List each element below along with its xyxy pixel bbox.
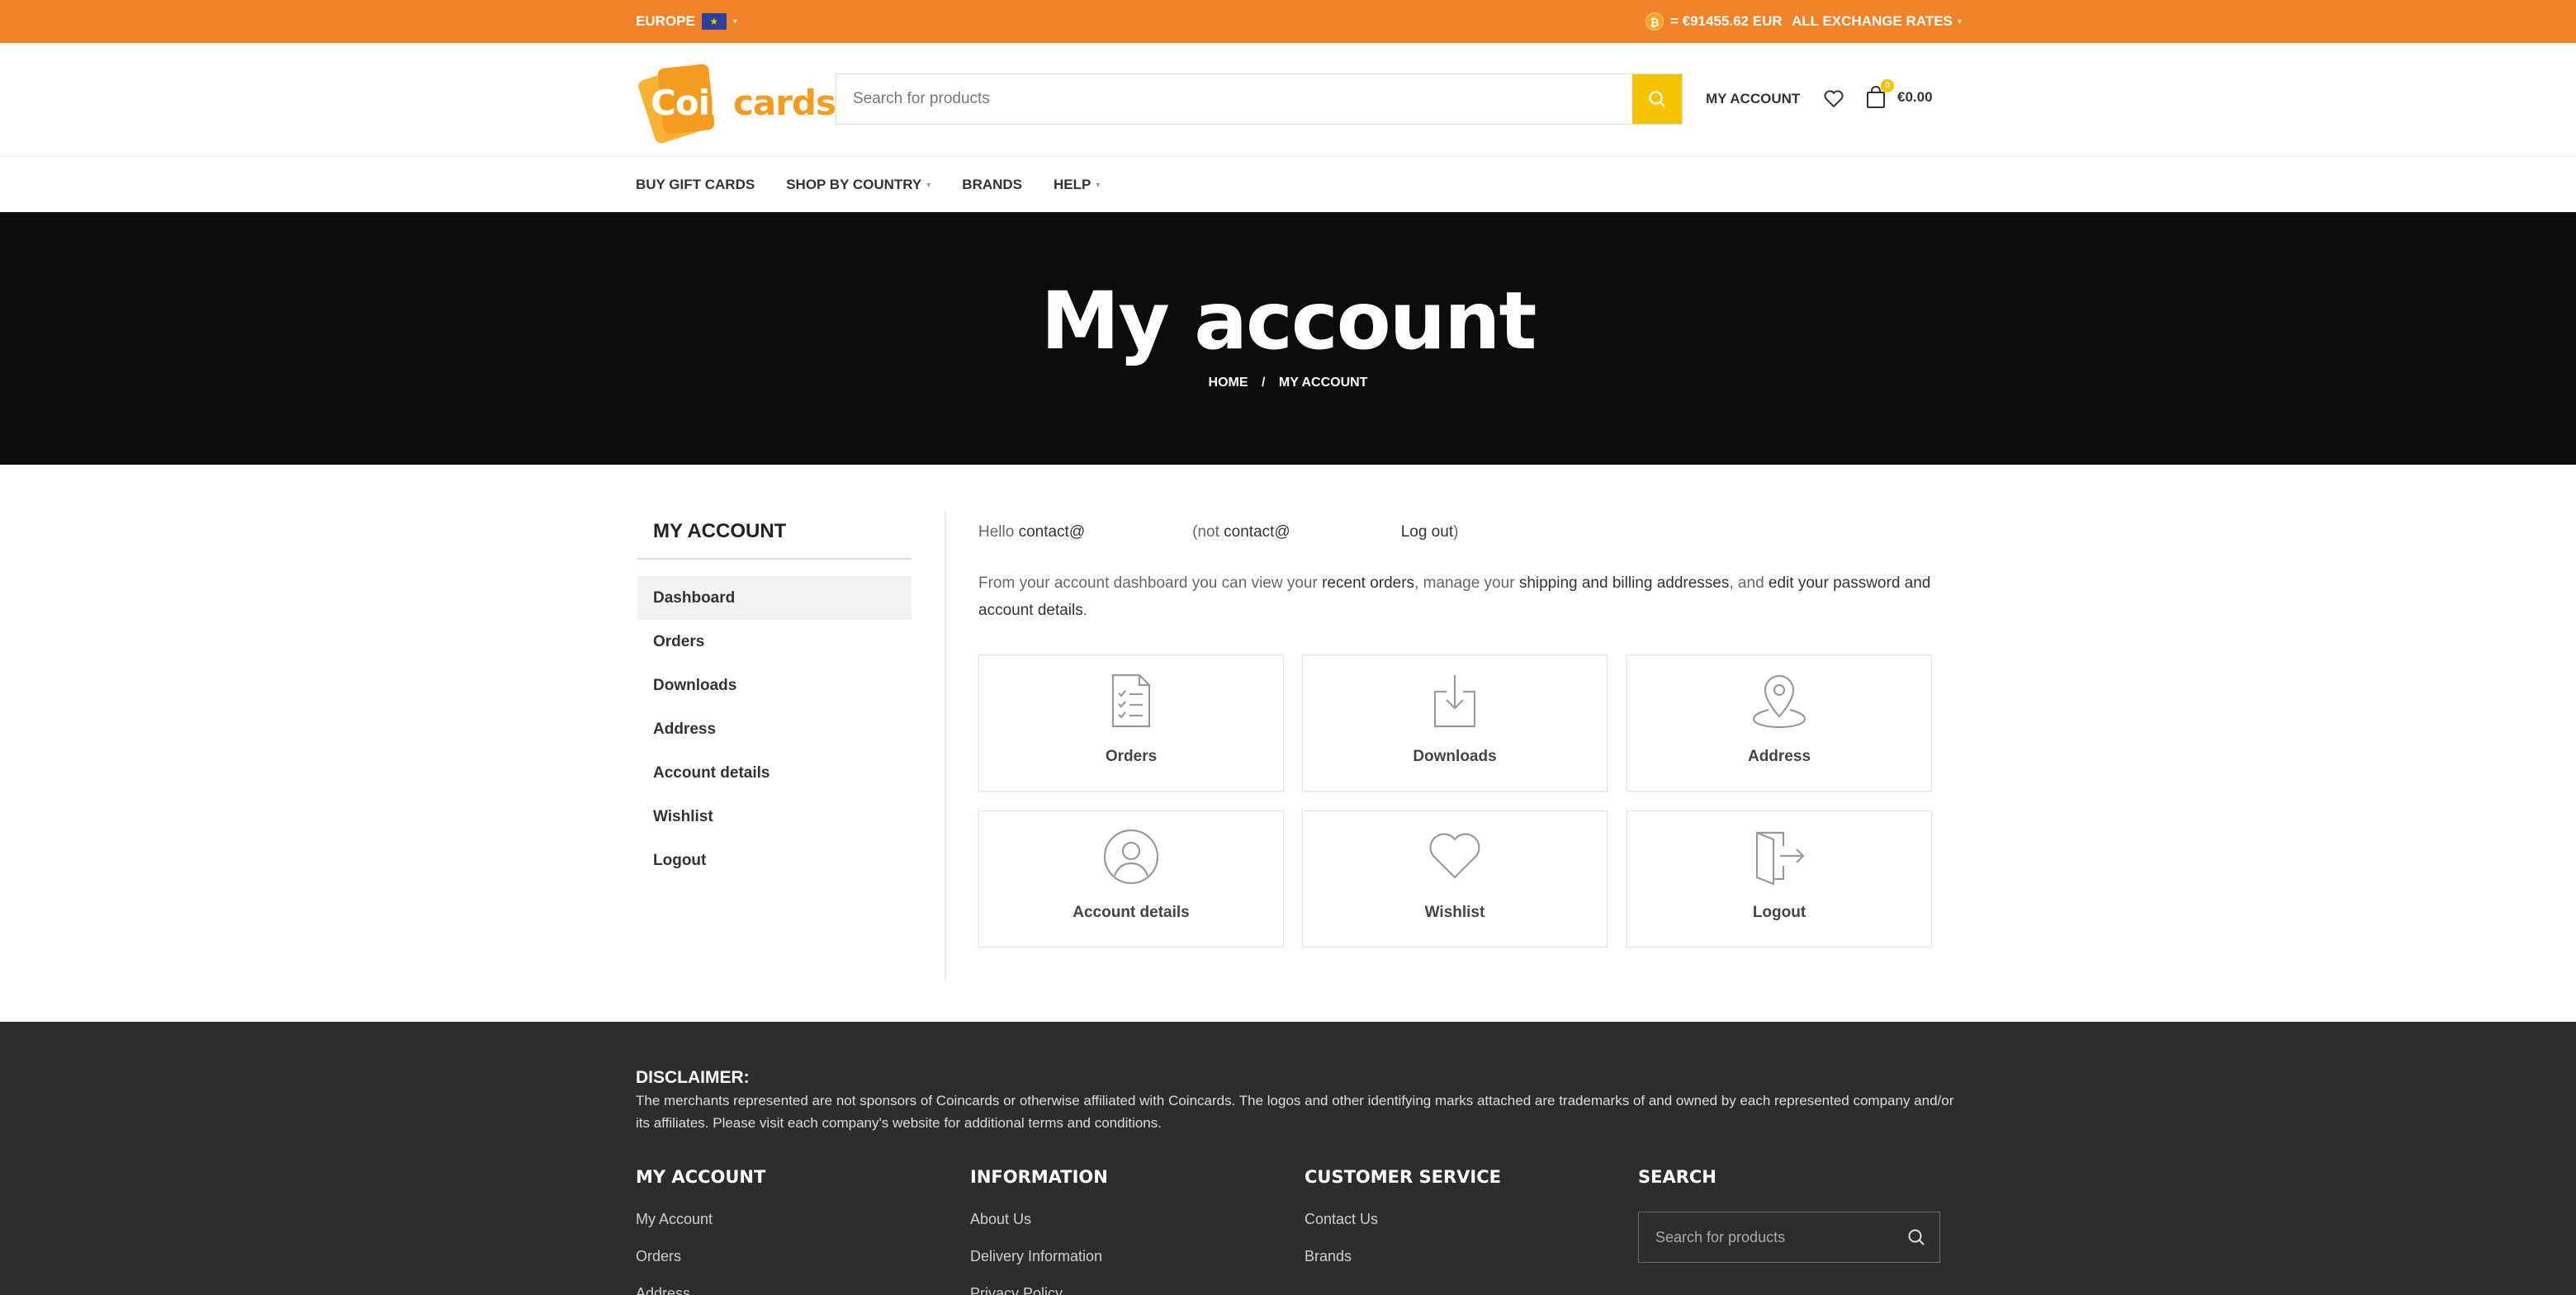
cart-icon-wrap: 0 bbox=[1864, 79, 1894, 111]
breadcrumb: HOME / MY ACCOUNT bbox=[0, 376, 2576, 390]
nav-buy-gift-cards[interactable]: BUY GIFT CARDS bbox=[636, 177, 755, 193]
footer-column-title: CUSTOMER SERVICE bbox=[1305, 1167, 1501, 1187]
logo-wordmark: Coincards bbox=[651, 83, 836, 123]
heart-icon bbox=[1824, 90, 1844, 108]
breadcrumb-current: MY ACCOUNT bbox=[1278, 376, 1368, 390]
sidebar-title: MY ACCOUNT bbox=[653, 520, 787, 542]
btc-rate-value: = €91455.62 EUR bbox=[1670, 13, 1783, 29]
search-button[interactable] bbox=[1632, 74, 1682, 124]
footer-link-my-account[interactable]: My Account bbox=[636, 1211, 765, 1248]
btc-rate: ₿ = €91455.62 EUR bbox=[1646, 8, 1783, 35]
footer-column-title: INFORMATION bbox=[970, 1167, 1108, 1187]
sidebar-item-wishlist[interactable]: Wishlist bbox=[637, 795, 912, 839]
map-pin-icon bbox=[1752, 674, 1807, 729]
cart-button[interactable]: 0 €0.00 bbox=[1864, 79, 1933, 112]
footer-link-contact-us[interactable]: Contact Us bbox=[1305, 1211, 1501, 1248]
nav-help[interactable]: HELP ▾ bbox=[1054, 177, 1100, 193]
search-icon bbox=[1908, 1229, 1925, 1245]
tile-orders[interactable]: Orders bbox=[978, 655, 1284, 792]
footer-column-information: INFORMATION About Us Delivery Informatio… bbox=[970, 1167, 1108, 1295]
page-hero: My account HOME / MY ACCOUNT bbox=[0, 212, 2576, 465]
tile-downloads[interactable]: Downloads bbox=[1302, 655, 1608, 792]
tile-logout-label: Logout bbox=[1752, 904, 1807, 921]
disclaimer-text: The merchants represented are not sponso… bbox=[636, 1093, 1954, 1131]
site-header: Coincards MY ACCOUNT 0 €0.00 bbox=[0, 43, 2576, 157]
footer-column-title: MY ACCOUNT bbox=[636, 1167, 766, 1187]
chevron-down-icon: ▾ bbox=[926, 180, 931, 190]
cart-total: €0.00 bbox=[1897, 89, 1933, 105]
site-footer: DISCLAIMER: The merchants represented ar… bbox=[0, 1022, 2576, 1295]
footer-link-about-us[interactable]: About Us bbox=[970, 1211, 1108, 1248]
region-selector[interactable]: EUROPE ▾ bbox=[636, 8, 737, 35]
footer-link-orders[interactable]: Orders bbox=[636, 1248, 765, 1285]
search-input[interactable] bbox=[836, 74, 1632, 124]
chevron-down-icon: ▾ bbox=[1957, 17, 1962, 26]
footer-link-privacy-policy[interactable]: Privacy Policy bbox=[970, 1285, 1108, 1295]
page-title: My account bbox=[1040, 275, 1537, 367]
logout-link[interactable]: Log out bbox=[1401, 523, 1453, 541]
eu-flag-icon bbox=[701, 13, 727, 30]
site-logo[interactable]: Coincards bbox=[636, 58, 836, 145]
heart-icon bbox=[1429, 833, 1480, 879]
tile-account-details[interactable]: Account details bbox=[978, 811, 1284, 948]
footer-link-address[interactable]: Address bbox=[636, 1285, 765, 1295]
greeting-not-user: contact@ bbox=[1224, 523, 1290, 541]
sidebar-item-address[interactable]: Address bbox=[637, 707, 912, 751]
tile-address-label: Address bbox=[1747, 748, 1811, 765]
logout-door-icon bbox=[1755, 831, 1805, 886]
footer-column-search: SEARCH bbox=[1638, 1167, 1717, 1211]
footer-link-brands[interactable]: Brands bbox=[1305, 1248, 1501, 1285]
sidebar-item-logout[interactable]: Logout bbox=[637, 839, 912, 882]
sidebar-item-dashboard[interactable]: Dashboard bbox=[637, 576, 912, 620]
tile-wishlist-label: Wishlist bbox=[1424, 904, 1485, 921]
bitcoin-icon: ₿ bbox=[1646, 12, 1664, 31]
breadcrumb-separator: / bbox=[1261, 376, 1266, 390]
account-sidebar-menu: Dashboard Orders Downloads Address Accou… bbox=[637, 576, 912, 882]
top-bar: EUROPE ▾ ₿ = €91455.62 EUR ALL EXCHANGE … bbox=[0, 0, 2576, 43]
my-account-link[interactable]: MY ACCOUNT bbox=[1706, 86, 1800, 112]
footer-search-button[interactable] bbox=[1893, 1212, 1939, 1262]
footer-column-customer-service: CUSTOMER SERVICE Contact Us Brands bbox=[1305, 1167, 1501, 1285]
tile-wishlist[interactable]: Wishlist bbox=[1302, 811, 1608, 948]
footer-link-delivery-information[interactable]: Delivery Information bbox=[970, 1248, 1108, 1285]
footer-search-input[interactable] bbox=[1639, 1228, 1893, 1246]
addresses-link[interactable]: shipping and billing addresses bbox=[1519, 574, 1730, 592]
recent-orders-link[interactable]: recent orders bbox=[1322, 574, 1414, 592]
nav-brands[interactable]: BRANDS bbox=[962, 177, 1022, 193]
greeting-user: contact@ bbox=[1018, 523, 1086, 541]
exchange-rates-dropdown[interactable]: ALL EXCHANGE RATES ▾ bbox=[1792, 8, 1962, 35]
user-icon bbox=[1103, 829, 1159, 885]
sidebar-item-orders[interactable]: Orders bbox=[637, 620, 912, 664]
breadcrumb-home[interactable]: HOME bbox=[1209, 376, 1248, 390]
exchange-rates-label: ALL EXCHANGE RATES bbox=[1792, 13, 1953, 29]
tile-downloads-label: Downloads bbox=[1413, 748, 1497, 765]
main-nav: BUY GIFT CARDS SHOP BY COUNTRY ▾ BRANDS H… bbox=[0, 158, 2576, 212]
chevron-down-icon: ▾ bbox=[1096, 180, 1101, 190]
content-divider bbox=[945, 510, 946, 981]
region-label: EUROPE bbox=[636, 13, 695, 29]
tile-logout[interactable]: Logout bbox=[1627, 811, 1932, 948]
search-icon bbox=[1649, 91, 1665, 107]
wishlist-button[interactable] bbox=[1821, 86, 1846, 112]
disclaimer-title: DISCLAIMER: bbox=[636, 1068, 750, 1087]
footer-column-my-account: MY ACCOUNT My Account Orders Address bbox=[636, 1167, 765, 1295]
chevron-down-icon: ▾ bbox=[732, 17, 737, 26]
tile-account-details-label: Account details bbox=[1073, 904, 1190, 921]
footer-search bbox=[1638, 1212, 1940, 1263]
nav-shop-by-country[interactable]: SHOP BY COUNTRY ▾ bbox=[786, 177, 930, 193]
header-search bbox=[836, 73, 1683, 125]
sidebar-item-account-details[interactable]: Account details bbox=[637, 751, 912, 795]
orders-clipboard-icon bbox=[1111, 673, 1151, 728]
tile-address[interactable]: Address bbox=[1627, 655, 1932, 792]
cart-count-badge: 0 bbox=[1881, 79, 1894, 92]
greeting-text: Hello contact@ (not contact@ Log out) bbox=[978, 523, 1459, 541]
footer-column-title: SEARCH bbox=[1638, 1167, 1717, 1187]
sidebar-item-downloads[interactable]: Downloads bbox=[637, 664, 912, 707]
download-icon bbox=[1433, 675, 1476, 728]
tile-orders-label: Orders bbox=[1105, 748, 1158, 765]
sidebar-divider bbox=[637, 558, 912, 560]
dashboard-intro: From your account dashboard you can view… bbox=[978, 574, 1931, 619]
